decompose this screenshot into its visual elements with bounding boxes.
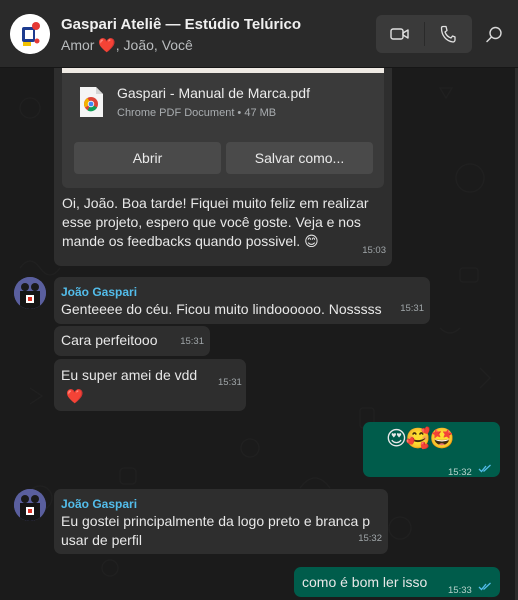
chat-participants: Amor ❤️, João, Você bbox=[61, 37, 193, 54]
read-ticks-icon bbox=[478, 582, 491, 591]
heart-eyes-emoji: 😍 bbox=[386, 428, 407, 450]
message-time: 15:32 bbox=[448, 467, 472, 478]
save-as-button[interactable]: Salvar como... bbox=[226, 142, 373, 174]
search-button[interactable] bbox=[483, 24, 505, 46]
sender-avatar[interactable] bbox=[14, 277, 46, 309]
caption-text: Oi, João. Boa tarde! Fiquei muito feliz … bbox=[62, 195, 369, 249]
message-text: Cara perfeitooo bbox=[61, 332, 158, 348]
message-time: 15:33 bbox=[448, 585, 472, 596]
sender-avatar[interactable] bbox=[14, 489, 46, 521]
document-caption: Oi, João. Boa tarde! Fiquei muito feliz … bbox=[62, 194, 382, 251]
message-time: 15:31 bbox=[180, 336, 204, 347]
message-time: 15:31 bbox=[400, 303, 424, 314]
chat-header: Gaspari Ateliê — Estúdio Telúrico Amor ❤… bbox=[0, 0, 518, 68]
document-message: Gaspari - Manual de Marca.pdf Chrome PDF… bbox=[54, 68, 392, 266]
message-text-line-2: usar de perfil bbox=[61, 532, 142, 548]
outgoing-message: como é bom ler isso 15:33 bbox=[294, 567, 500, 597]
incoming-message: João Gaspari Eu gostei principalmente da… bbox=[54, 489, 388, 554]
smile-emoji: 😊 bbox=[304, 233, 319, 249]
document-name: Gaspari - Manual de Marca.pdf bbox=[117, 85, 310, 101]
open-document-button[interactable]: Abrir bbox=[74, 142, 221, 174]
message-time: 15:32 bbox=[358, 533, 382, 544]
voice-call-icon bbox=[441, 25, 456, 43]
participants-prefix: Amor bbox=[61, 37, 95, 53]
smiling-hearts-emoji: 🥰 bbox=[405, 428, 431, 450]
video-call-button[interactable] bbox=[376, 15, 424, 53]
red-heart-emoji: ❤️ bbox=[66, 388, 84, 404]
search-icon bbox=[486, 26, 502, 43]
read-ticks-icon bbox=[478, 464, 491, 473]
voice-call-button[interactable] bbox=[424, 15, 472, 53]
participants-suffix: , João, Você bbox=[115, 37, 193, 53]
document-card[interactable]: Gaspari - Manual de Marca.pdf Chrome PDF… bbox=[62, 68, 384, 188]
message-list[interactable]: Gaspari - Manual de Marca.pdf Chrome PDF… bbox=[0, 68, 518, 600]
video-call-icon bbox=[390, 28, 409, 40]
message-text-line-1: Eu gostei principalmente da logo preto e… bbox=[61, 513, 370, 529]
message-time: 15:31 bbox=[218, 377, 242, 388]
star-struck-emoji: 🤩 bbox=[429, 428, 455, 450]
group-avatar[interactable] bbox=[10, 14, 50, 54]
emoji-row: 😍🥰🤩 bbox=[386, 428, 455, 450]
document-preview bbox=[62, 68, 384, 73]
incoming-message: João Gaspari Genteeee do céu. Ficou muit… bbox=[54, 277, 430, 324]
message-text: como é bom ler isso bbox=[302, 574, 428, 590]
red-heart-icon: ❤️ bbox=[98, 37, 116, 53]
chat-title: Gaspari Ateliê — Estúdio Telúrico bbox=[61, 16, 302, 33]
message-text: Genteeee do céu. Ficou muito lindoooooo.… bbox=[61, 301, 382, 317]
outgoing-message: 😍🥰🤩 15:32 bbox=[363, 422, 500, 478]
call-buttons bbox=[376, 15, 472, 53]
incoming-message: Eu super amei de vdd ❤️ 15:31 bbox=[54, 359, 246, 411]
message-text: Eu super amei de vdd bbox=[61, 367, 198, 383]
message-time: 15:03 bbox=[362, 245, 386, 256]
document-meta: Chrome PDF Document • 47 MB bbox=[117, 107, 277, 119]
chrome-pdf-icon bbox=[78, 86, 104, 118]
incoming-message: Cara perfeitooo 15:31 bbox=[54, 326, 210, 356]
